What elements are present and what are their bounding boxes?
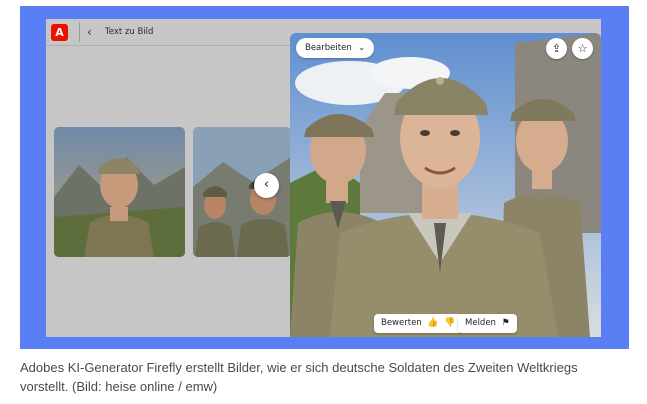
chevron-left-icon: ‹ <box>263 177 270 192</box>
share-button[interactable]: ⇪ <box>546 38 567 59</box>
favorite-button[interactable]: ☆ <box>572 38 593 59</box>
adobe-logo[interactable]: A <box>51 24 68 41</box>
rate-button[interactable]: Bewerten 👍 👎 <box>374 314 463 333</box>
edit-label: Bearbeiten <box>305 43 352 53</box>
edit-dropdown-button[interactable]: Bearbeiten ⌄ <box>296 38 375 58</box>
generated-image[interactable]: Bearbeiten ⌄ ⇪ ☆ Bewerten 👍 👎 Melden ⚑ <box>290 33 601 337</box>
share-icon: ⇪ <box>551 42 562 55</box>
rate-label: Bewerten <box>381 318 422 328</box>
thumbnail-1[interactable] <box>54 127 185 257</box>
report-label: Melden <box>465 318 496 328</box>
report-button[interactable]: Melden ⚑ <box>458 314 517 333</box>
firefly-app-window: A ‹ Text zu Bild ‹ Bearbeiten ⌄ ⇪ ☆ Bewe… <box>46 19 601 337</box>
thumbs-down-icon[interactable]: 👎 <box>444 318 455 328</box>
chevron-down-icon: ⌄ <box>358 43 366 52</box>
thumbs-up-icon[interactable]: 👍 <box>427 318 438 328</box>
chevron-left-icon[interactable]: ‹ <box>87 25 92 39</box>
image-caption: Adobes KI-Generator Firefly erstellt Bil… <box>20 360 578 394</box>
flag-icon: ⚑ <box>501 318 510 328</box>
star-icon: ☆ <box>577 42 588 55</box>
page-title: Text zu Bild <box>105 27 154 37</box>
topbar-divider <box>79 22 80 42</box>
previous-image-button[interactable]: ‹ <box>254 173 279 198</box>
